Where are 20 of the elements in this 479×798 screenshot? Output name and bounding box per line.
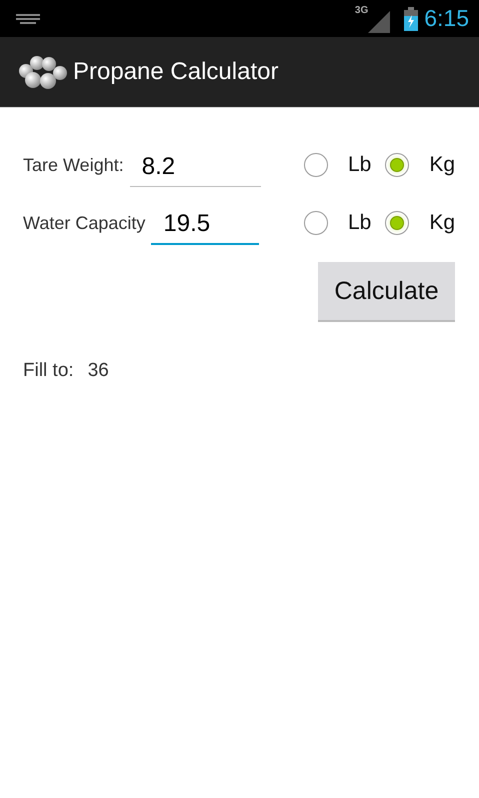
result-label: Fill to:	[23, 360, 74, 382]
unit-label: Kg	[429, 153, 455, 177]
unit-label: Lb	[348, 153, 372, 177]
radio-button[interactable]	[385, 211, 410, 235]
keyboard-icon	[16, 14, 40, 24]
radio-button[interactable]	[385, 153, 410, 177]
molecule-icon	[18, 55, 68, 89]
unit-label: Lb	[348, 211, 372, 235]
app-title: Propane Calculator	[73, 58, 278, 86]
clock: 6:15	[424, 5, 469, 32]
radio-button[interactable]	[304, 153, 328, 177]
field-label: Water Capacity	[23, 212, 146, 234]
unit-label: Kg	[429, 211, 455, 235]
network-label: 3G	[354, 5, 368, 16]
field-label: Tare Weight:	[23, 154, 124, 176]
result-value: 36	[88, 360, 109, 382]
signal-icon	[368, 10, 390, 32]
battery-charging-icon	[404, 6, 418, 30]
calculate-button[interactable]: Calculate	[318, 262, 455, 322]
radio-button[interactable]	[304, 211, 328, 235]
